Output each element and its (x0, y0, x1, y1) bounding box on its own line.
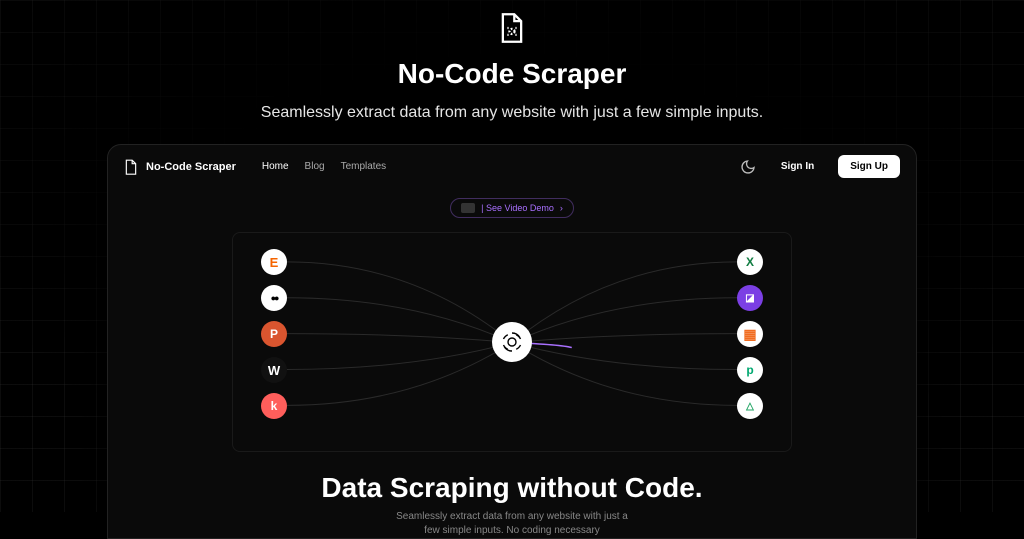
integration-diagram: E ●● P W k X ◪ ▦ p △ (232, 232, 792, 452)
nav-link-templates[interactable]: Templates (341, 161, 387, 172)
signup-button[interactable]: Sign Up (838, 155, 900, 178)
node-medium: ●● (261, 285, 287, 311)
video-demo-label: | See Video Demo (481, 203, 554, 213)
node-wordpress: W (261, 357, 287, 383)
openai-icon (500, 330, 524, 354)
inner-headline: Data Scraping without Code. (108, 472, 916, 504)
video-thumb-icon (461, 203, 475, 213)
signin-button[interactable]: Sign In (771, 155, 824, 178)
nav-link-home[interactable]: Home (262, 161, 289, 172)
node-drive: △ (737, 393, 763, 419)
nav-brand[interactable]: No-Code Scraper (124, 159, 236, 175)
node-producthunt: P (261, 321, 287, 347)
node-etsy: E (261, 249, 287, 275)
node-sheets: ▦ (737, 321, 763, 347)
theme-toggle-icon[interactable] (739, 158, 757, 176)
node-excel: X (737, 249, 763, 275)
inner-subtitle: Seamlessly extract data from any website… (108, 510, 916, 538)
nav-brand-label: No-Code Scraper (146, 161, 236, 173)
nav-links: Home Blog Templates (262, 161, 386, 172)
navbar: No-Code Scraper Home Blog Templates Sign… (108, 145, 916, 188)
app-logo-icon (498, 12, 526, 44)
node-intercom: ◪ (737, 285, 763, 311)
nav-brand-icon (124, 159, 138, 175)
node-paddle: p (737, 357, 763, 383)
video-demo-pill[interactable]: | See Video Demo › (450, 198, 574, 218)
chevron-right-icon: › (560, 203, 563, 213)
node-openai (492, 322, 532, 362)
nav-link-blog[interactable]: Blog (305, 161, 325, 172)
node-kofi: k (261, 393, 287, 419)
page-subtitle: Seamlessly extract data from any website… (261, 104, 763, 122)
app-preview-frame: No-Code Scraper Home Blog Templates Sign… (107, 144, 917, 539)
page-title: No-Code Scraper (398, 58, 627, 90)
